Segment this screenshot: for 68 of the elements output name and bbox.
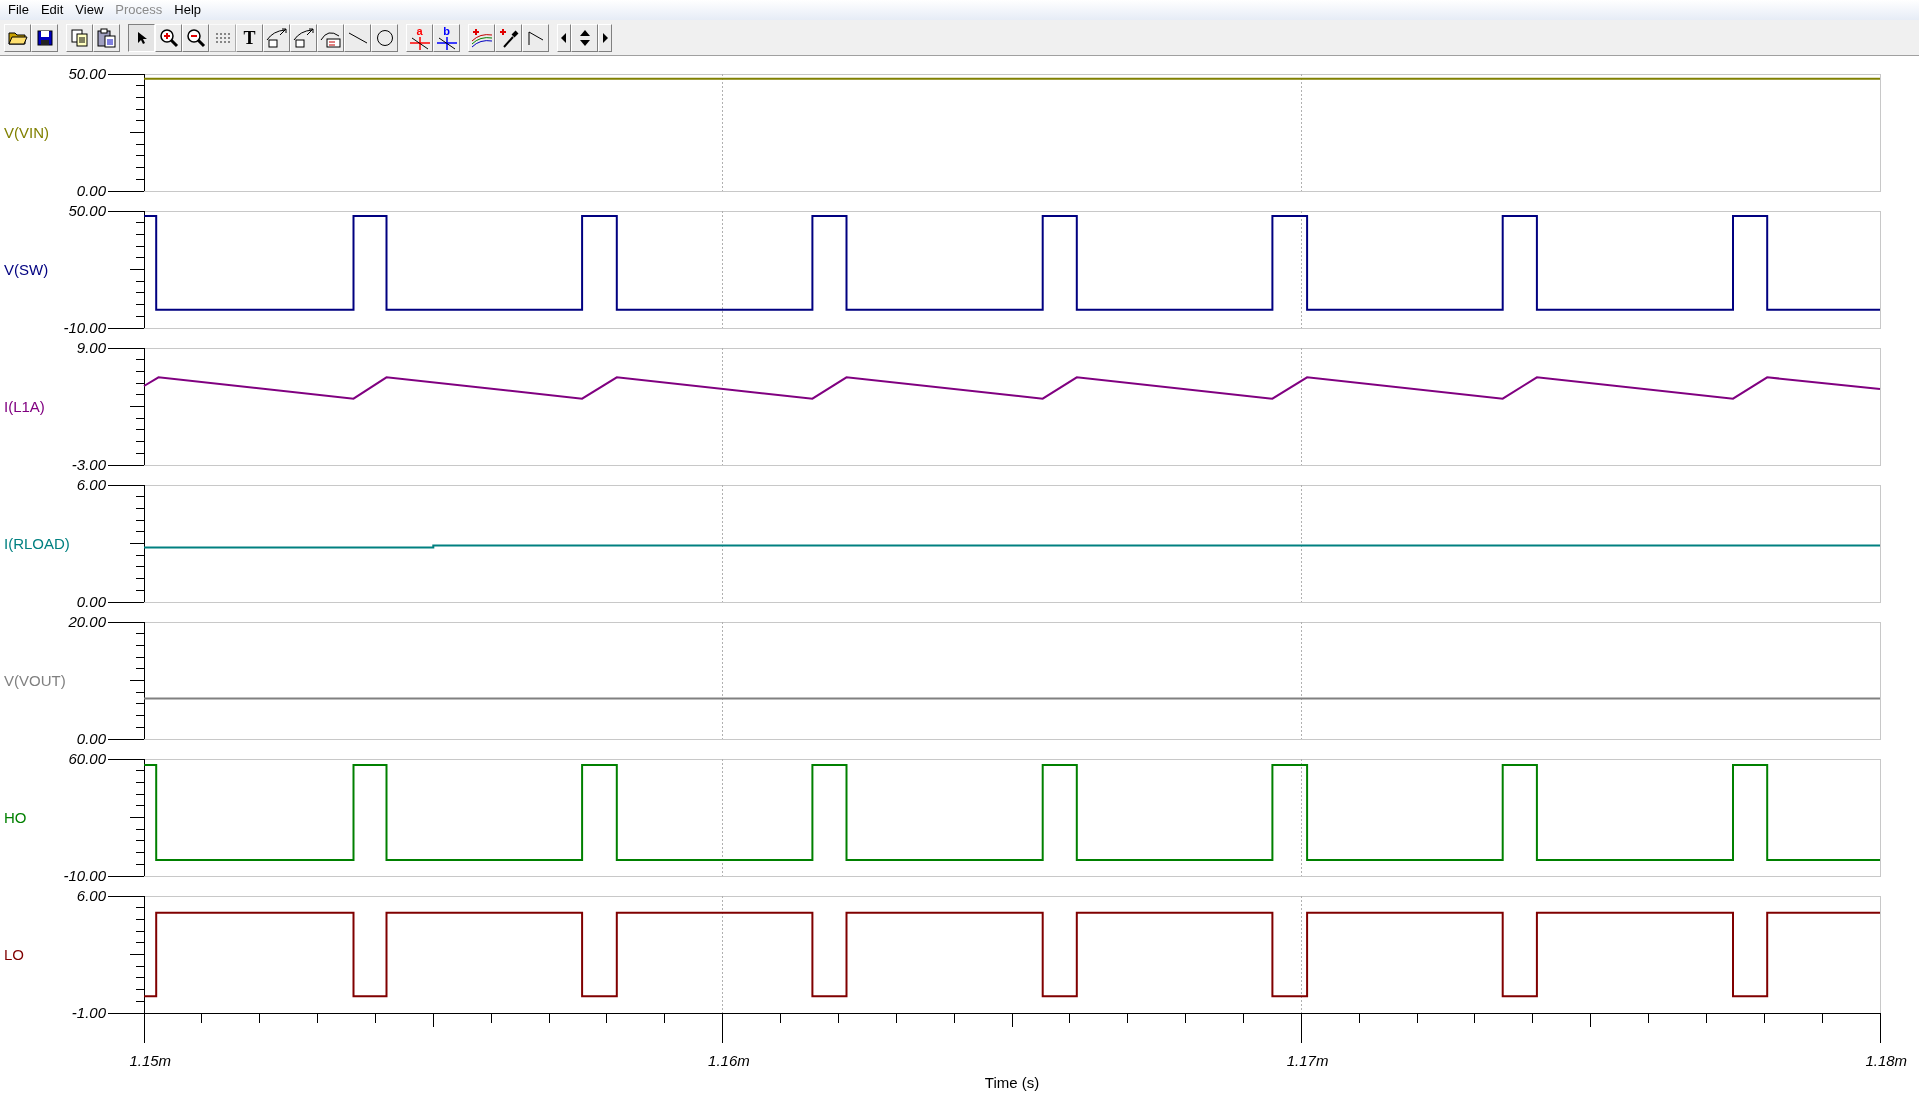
y-tick-label: 0.00 (76, 593, 106, 611)
x-tick-label: 1.16m (708, 1051, 750, 1071)
add-trace-button[interactable] (468, 23, 495, 52)
y-tick-label: 60.00 (68, 750, 106, 768)
x-tick-label: 1.15m (129, 1051, 172, 1071)
curve-label-button[interactable] (317, 23, 344, 52)
open-button[interactable] (4, 23, 31, 52)
grid-icon (213, 30, 232, 45)
curve-marker-button[interactable] (263, 23, 290, 52)
curve-marker-button[interactable] (290, 23, 317, 52)
zoom-in-icon (158, 27, 179, 48)
right-arrow-icon (601, 31, 609, 44)
curve-marker-icon (265, 27, 288, 48)
menu-item[interactable]: File (2, 1, 35, 19)
scroll-vertical-button[interactable] (571, 23, 598, 52)
y-tick-label: 20.00 (68, 613, 106, 631)
x-axis-title: Time (s) (984, 1073, 1040, 1093)
trace-label: LO (4, 945, 24, 964)
crosshair-icon (408, 35, 431, 50)
copy-icon (70, 28, 89, 47)
y-tick-label: 50.00 (68, 65, 106, 83)
zoom-out-button[interactable] (182, 23, 209, 52)
pointer-icon (136, 30, 147, 45)
menu-item[interactable]: View (69, 1, 110, 19)
zoom-out-icon (185, 27, 206, 48)
probe-button[interactable] (495, 23, 522, 52)
trace-label: V(VIN) (4, 123, 49, 142)
y-tick-label: -10.00 (63, 319, 106, 337)
y-tick-label: 0.00 (76, 730, 106, 748)
crosshair-icon (435, 35, 458, 50)
pointer-tool-button[interactable] (128, 23, 155, 52)
circle-icon (375, 28, 394, 47)
flag-button[interactable] (522, 23, 549, 52)
trace-label: I(RLOAD) (4, 534, 70, 553)
text-tool-button[interactable]: T (236, 23, 263, 52)
trace-label: I(L1A) (4, 397, 45, 416)
left-arrow-icon (560, 31, 568, 44)
curve-marker-icon (292, 27, 315, 48)
trace-label: V(SW) (4, 260, 49, 279)
copy-button[interactable] (66, 23, 93, 52)
y-tick-label: 9.00 (76, 339, 106, 357)
y-tick-label: 6.00 (76, 476, 106, 494)
x-tick-label: 1.17m (1286, 1051, 1329, 1071)
trace-label: V(VOUT) (4, 671, 66, 690)
y-tick-label: 0.00 (76, 182, 106, 200)
trace-label: HO (4, 808, 27, 827)
zoom-in-button[interactable] (155, 23, 182, 52)
circle-tool-button[interactable] (371, 23, 398, 52)
scroll-right-button[interactable] (598, 23, 612, 52)
x-tick-label: 1.18m (1865, 1051, 1908, 1071)
y-tick-label: 50.00 (68, 202, 106, 220)
paste-button[interactable] (93, 23, 120, 52)
folder-icon (7, 29, 28, 46)
line-tool-button[interactable] (344, 23, 371, 52)
line-icon (347, 31, 368, 44)
y-tick-label: -1.00 (71, 1004, 106, 1022)
cursor-button[interactable]: b (433, 23, 460, 52)
add-trace-icon (470, 27, 493, 48)
scroll-left-button[interactable] (557, 23, 571, 52)
menu-item[interactable]: Edit (34, 1, 70, 19)
y-tick-label: -10.00 (63, 867, 106, 885)
save-button[interactable] (31, 23, 58, 52)
flag-icon (526, 29, 545, 46)
y-tick-label: -3.00 (71, 456, 106, 474)
paste-icon (96, 27, 117, 48)
y-tick-label: 6.00 (76, 887, 106, 905)
menu-item[interactable]: Help (168, 1, 208, 19)
eyedropper-icon (497, 27, 520, 48)
